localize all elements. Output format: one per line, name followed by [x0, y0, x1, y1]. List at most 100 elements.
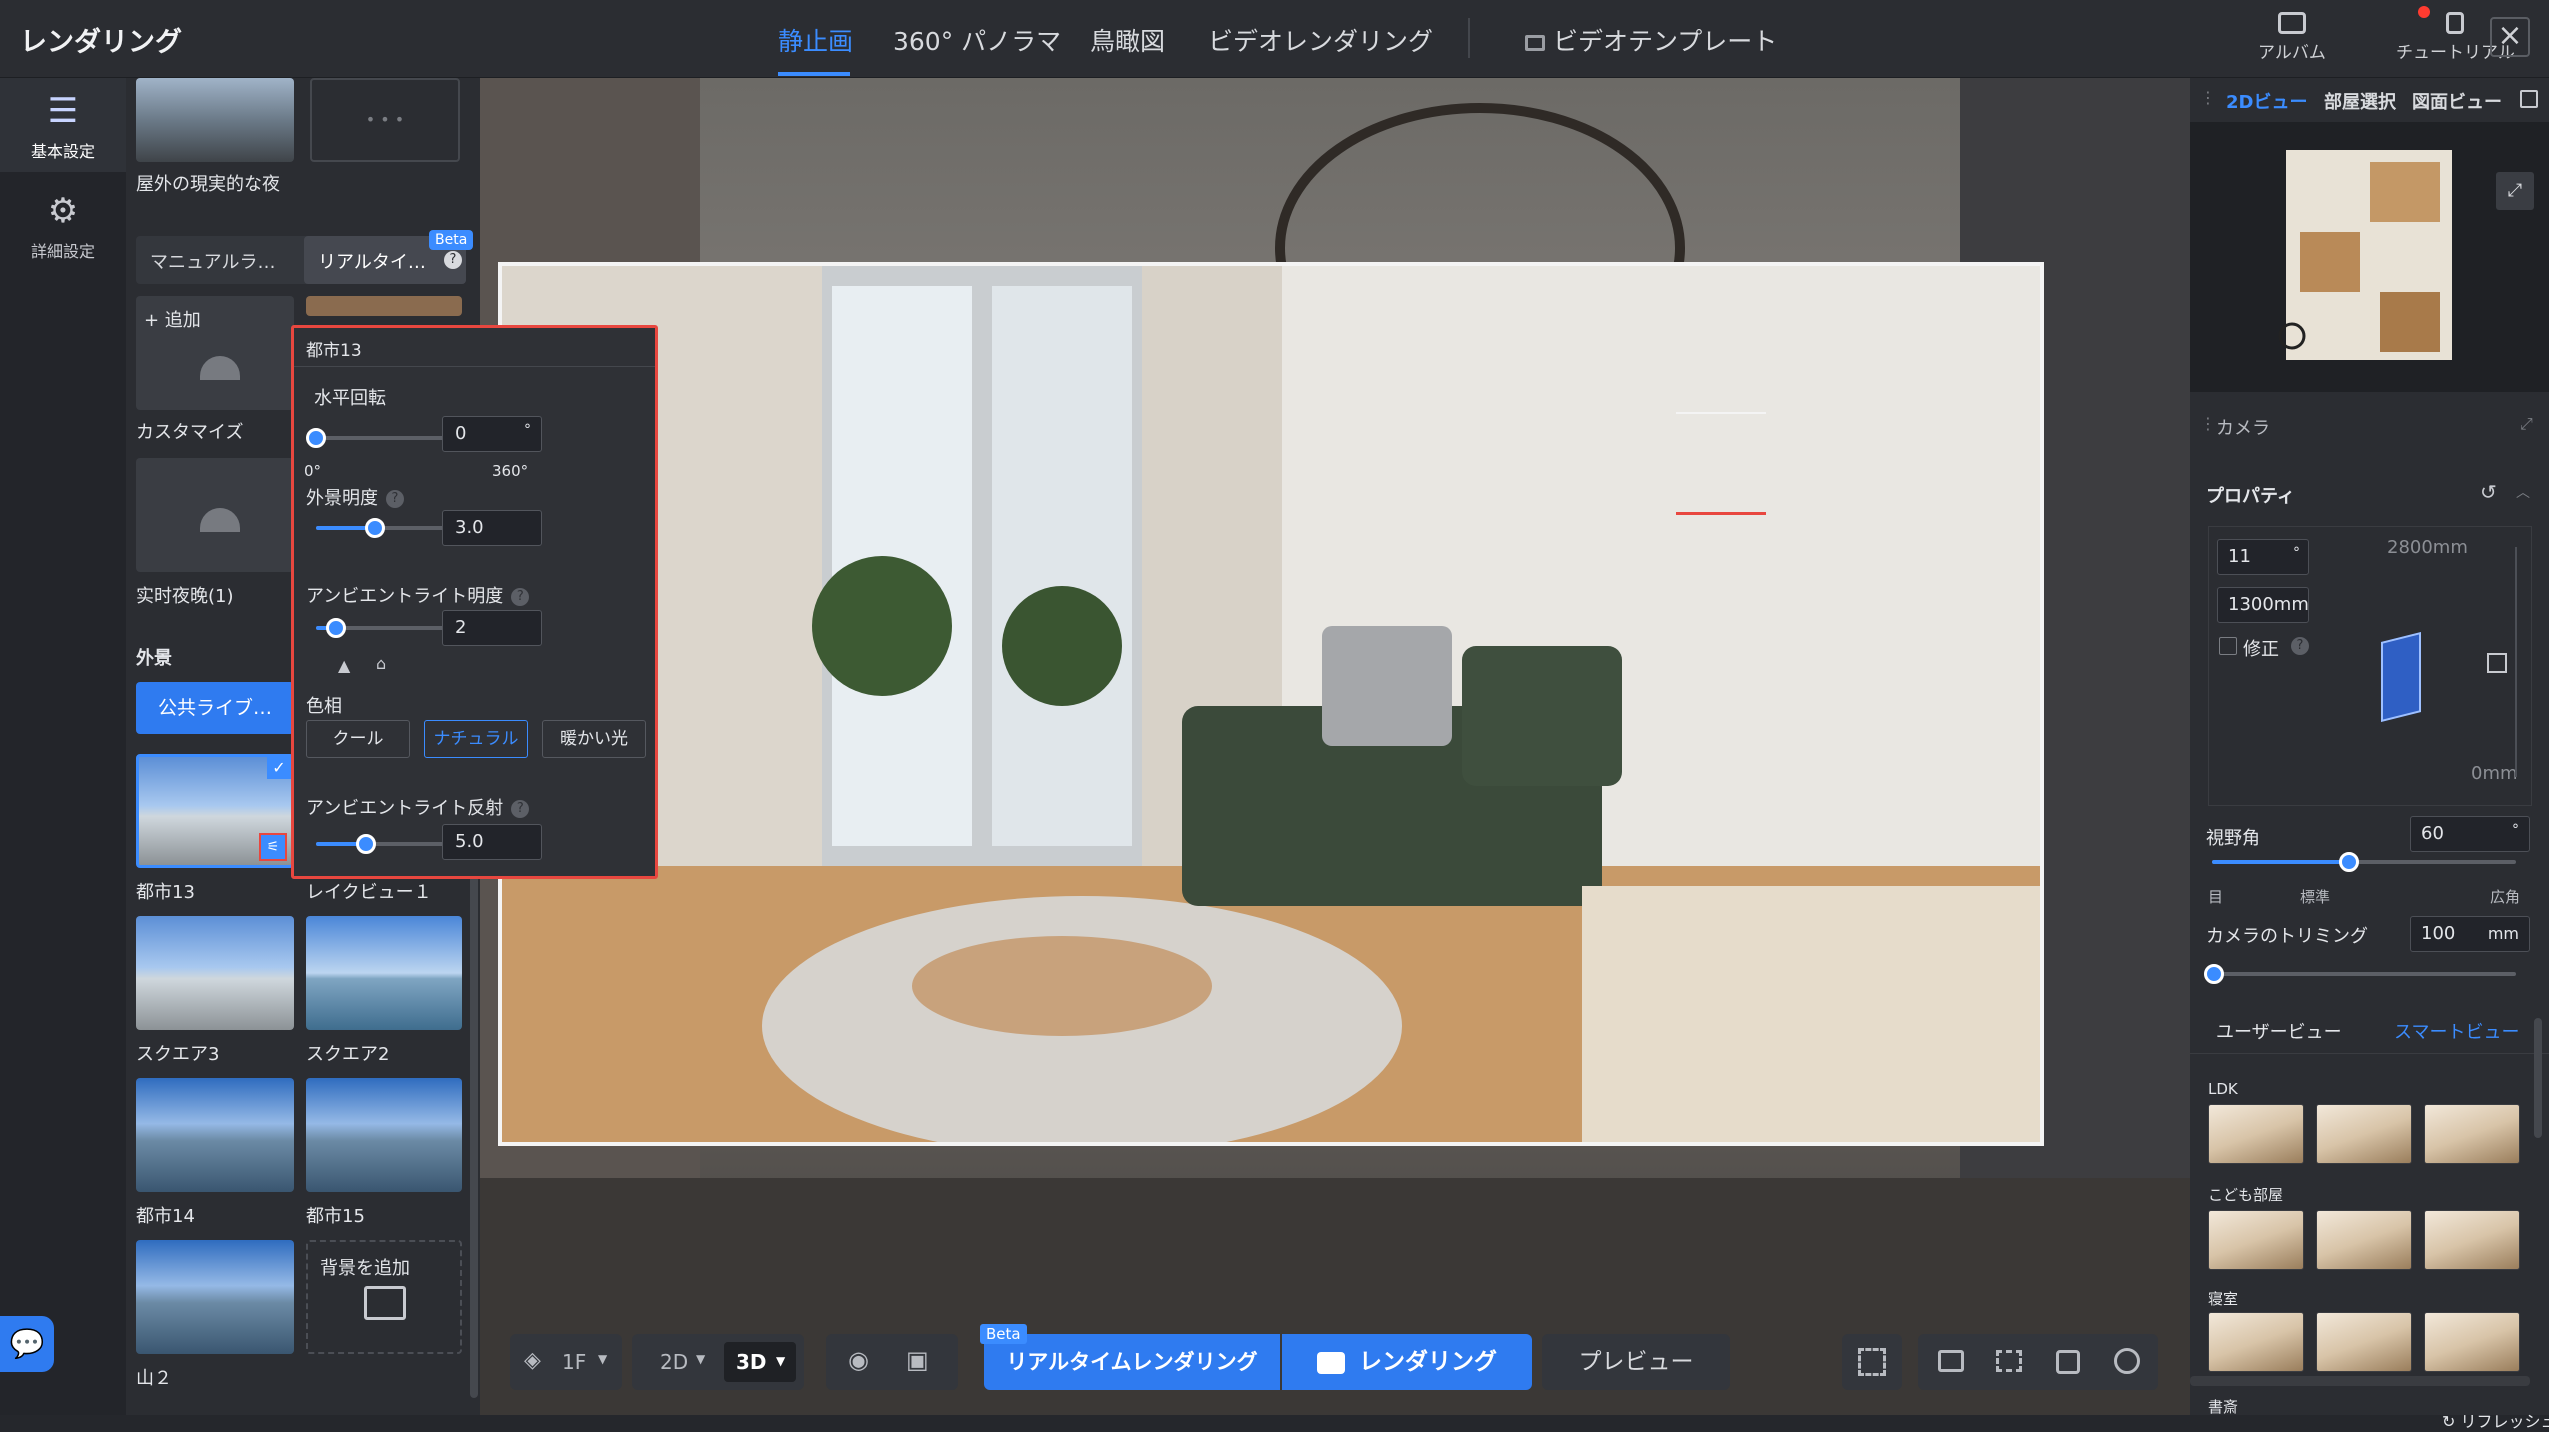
tab-360-panorama[interactable]: 360° パノラマ: [893, 22, 1061, 58]
scene-thumbnail[interactable]: [2208, 1312, 2304, 1372]
right-panel-scrollbar[interactable]: [2534, 1018, 2542, 1138]
camera-icon: [1317, 1352, 1345, 1374]
trim-slider[interactable]: [2212, 972, 2516, 976]
viewport-3d[interactable]: [480, 78, 2190, 1415]
fov-slider[interactable]: [2212, 860, 2516, 864]
adjust-icon[interactable]: ⚟: [259, 833, 287, 861]
exterior-thumb-square2[interactable]: [306, 916, 462, 1030]
right-panel: ⋮ 2Dビュー 部屋選択 図面ビュー ⤢ ⋮ カメラ ⤢ プロパティ ↺ ︿ 1…: [2190, 78, 2549, 1415]
render-button[interactable]: レンダリング: [1282, 1334, 1532, 1390]
realtime-render-button[interactable]: リアルタイムレンダリング: [984, 1334, 1280, 1390]
trim-input[interactable]: 100 mm: [2410, 916, 2530, 952]
help-icon[interactable]: ?: [511, 800, 529, 818]
tab-user-view[interactable]: ユーザービュー: [2216, 1018, 2342, 1044]
horizontal-rotation-input[interactable]: 0 °: [442, 416, 542, 452]
slider-knob[interactable]: [356, 834, 376, 854]
camera-angle-input[interactable]: 11 °: [2217, 539, 2309, 575]
album-button[interactable]: アルバム: [2258, 12, 2326, 63]
close-button[interactable]: ×: [2490, 17, 2530, 57]
nav-basic-settings[interactable]: ☰ 基本設定: [0, 78, 126, 172]
tab-birds-eye[interactable]: 鳥瞰図: [1090, 22, 1165, 58]
expand-icon[interactable]: ⤢: [2520, 414, 2533, 434]
render-label: レンダリング: [1359, 1349, 1497, 1375]
public-library-button[interactable]: 公共ライブ…: [136, 682, 294, 734]
add-background-button[interactable]: 背景を追加: [306, 1240, 462, 1354]
slider-knob[interactable]: [326, 618, 346, 638]
focus-icon[interactable]: [2056, 1350, 2080, 1374]
video-template-button[interactable]: ビデオテンプレート: [1525, 22, 1777, 58]
scene-thumbnail[interactable]: [2424, 1312, 2520, 1372]
slider-knob[interactable]: [306, 428, 326, 448]
fix-checkbox[interactable]: [2219, 637, 2237, 655]
scene-thumbnail[interactable]: [2424, 1210, 2520, 1270]
add-light-button[interactable]: + 追加: [136, 296, 294, 410]
tab-room-select[interactable]: 部屋選択: [2324, 88, 2396, 114]
more-presets-button[interactable]: • • •: [310, 78, 460, 162]
eye-icon[interactable]: ◉: [848, 1346, 869, 1374]
exterior-thumb-city13[interactable]: ✓ ⚟: [136, 754, 294, 868]
tab-manual-lighting[interactable]: マニュアルラ…: [150, 248, 275, 274]
hue-warm-button[interactable]: 暖かい光: [542, 720, 646, 758]
camera-marker-icon[interactable]: [2487, 653, 2507, 673]
refresh-button[interactable]: ↻ リフレッシュ: [2442, 1408, 2549, 1432]
expand-icon[interactable]: ⤢: [2496, 172, 2534, 210]
exterior-brightness-input[interactable]: 3.0: [442, 510, 542, 546]
exterior-thumb-square3[interactable]: [136, 916, 294, 1030]
floor-plan-minimap[interactable]: ⤢: [2190, 122, 2549, 392]
fov-value: 60: [2421, 823, 2444, 844]
house-icon: ⌂: [376, 654, 386, 673]
help-icon[interactable]: ?: [386, 490, 404, 508]
fov-input[interactable]: 60 °: [2410, 816, 2530, 852]
image-icon[interactable]: [1938, 1350, 1964, 1372]
slider-knob[interactable]: [365, 518, 385, 538]
screenshot-icon[interactable]: [1996, 1350, 2022, 1372]
slider-knob[interactable]: [2339, 852, 2359, 872]
tab-2d-view[interactable]: 2Dビュー: [2226, 88, 2307, 114]
drag-handle-icon[interactable]: ⋮: [2200, 414, 2216, 433]
scene-thumbnail[interactable]: [2424, 1104, 2520, 1164]
scene-thumbnail[interactable]: [2316, 1104, 2412, 1164]
tab-realtime-lighting[interactable]: リアルタイ…: [318, 248, 426, 274]
scene-thumbnail[interactable]: [2208, 1104, 2304, 1164]
camera-height-input[interactable]: 1300mm: [2217, 587, 2309, 623]
floor-selector[interactable]: ◈ 1F ▼: [510, 1334, 622, 1390]
scene-thumbnail[interactable]: [2316, 1210, 2412, 1270]
realtime-night-thumbnail[interactable]: [136, 458, 294, 572]
preview-button[interactable]: プレビュー: [1542, 1334, 1730, 1390]
exterior-thumb-mountain2[interactable]: [136, 1240, 294, 1354]
hue-natural-button[interactable]: ナチュラル: [424, 720, 528, 758]
view-2d-button[interactable]: 2D: [660, 1350, 688, 1374]
ambient-brightness-input[interactable]: 2: [442, 610, 542, 646]
light-thumbnail-partial[interactable]: [306, 296, 462, 316]
exterior-thumb-city15[interactable]: [306, 1078, 462, 1192]
help-icon[interactable]: ?: [2291, 637, 2309, 655]
top-bar: レンダリング 静止画 360° パノラマ 鳥瞰図 ビデオレンダリング ビデオテン…: [0, 0, 2549, 78]
chat-button[interactable]: 💬: [0, 1316, 54, 1372]
slider-knob[interactable]: [2204, 964, 2224, 984]
scene-thumbnail[interactable]: [2316, 1312, 2412, 1372]
camera-frustum-icon[interactable]: [2381, 632, 2421, 722]
chevron-up-icon[interactable]: ︿: [2516, 482, 2530, 502]
view-3d-button[interactable]: 3D ▼: [724, 1342, 796, 1382]
tab-video-rendering[interactable]: ビデオレンダリング: [1208, 22, 1433, 58]
horizontal-scrollbar[interactable]: [2190, 1376, 2530, 1386]
scene-thumbnail[interactable]: [2208, 1210, 2304, 1270]
region-select-button[interactable]: [1842, 1334, 1902, 1390]
cube-icon[interactable]: ▣: [906, 1346, 929, 1374]
tab-drawing-view[interactable]: 図面ビュー: [2412, 88, 2502, 114]
reset-icon[interactable]: ↺: [2480, 480, 2497, 504]
tab-still-image[interactable]: 静止画: [778, 22, 853, 58]
book-icon: [2446, 12, 2464, 34]
hue-cool-button[interactable]: クール: [306, 720, 410, 758]
exterior-thumb-city14[interactable]: [136, 1078, 294, 1192]
preset-thumbnail[interactable]: [136, 78, 294, 162]
nav-advanced-settings[interactable]: ⚙ 詳細設定: [0, 186, 126, 276]
zoom-icon[interactable]: [2114, 1348, 2140, 1374]
fix-label: 修正: [2243, 635, 2279, 661]
help-icon[interactable]: ?: [511, 588, 529, 606]
drag-handle-icon[interactable]: ⋮: [2200, 88, 2216, 107]
active-tab-indicator: [778, 72, 850, 76]
ambient-reflection-input[interactable]: 5.0: [442, 824, 542, 860]
panel-toggle-icon[interactable]: [2520, 90, 2538, 108]
tab-smart-view[interactable]: スマートビュー: [2394, 1018, 2519, 1044]
